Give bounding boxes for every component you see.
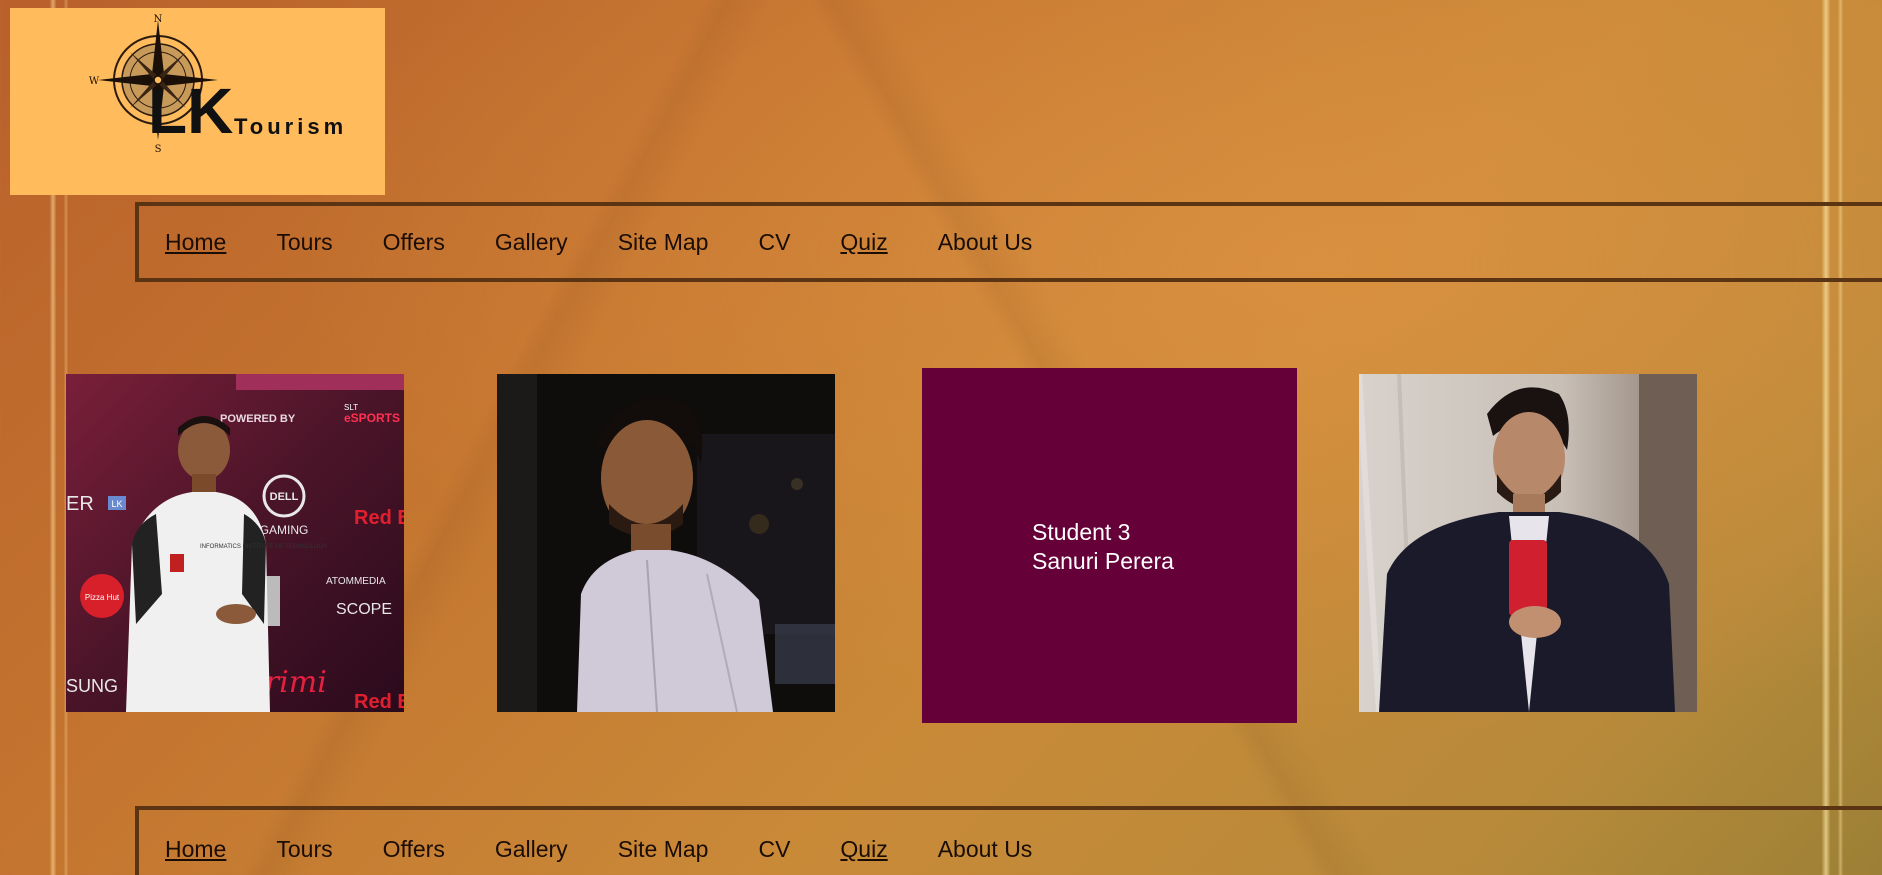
site-logo[interactable]: N S W LK Tourism [10,8,385,195]
svg-text:ATOMMEDIA: ATOMMEDIA [326,576,386,587]
student-photo-1: POWERED BY SLT eSPORTS DELL GAMING Red B… [66,374,404,712]
nav-link-gallery[interactable]: Gallery [495,836,568,863]
nav-link-tours[interactable]: Tours [276,836,332,863]
svg-text:SCOPE: SCOPE [336,601,392,618]
svg-text:ER: ER [66,493,94,515]
svg-text:POWERED BY: POWERED BY [220,413,296,425]
svg-text:W: W [89,76,100,87]
svg-text:N: N [154,14,163,25]
main-nav: Home Tours Offers Gallery Site Map CV Qu… [135,202,1882,282]
svg-text:Red B: Red B [354,507,404,529]
logo-brand-letters: LK [148,75,233,147]
nav-link-site-map[interactable]: Site Map [618,836,709,863]
svg-text:eSPORTS: eSPORTS [344,411,400,425]
nav-link-quiz[interactable]: Quiz [840,229,887,256]
nav-link-offers[interactable]: Offers [383,229,445,256]
svg-text:Red B: Red B [354,691,404,712]
student-photo-4 [1359,374,1697,712]
compass-logo-icon: N S W LK Tourism [89,14,347,155]
student-card-title: Student 3 [1032,519,1131,545]
student-card: Student 3 Sanuri Perera [922,368,1297,723]
student-photo-2 [497,374,835,712]
nav-link-cv[interactable]: CV [758,836,790,863]
nav-link-offers[interactable]: Offers [383,836,445,863]
nav-link-gallery[interactable]: Gallery [495,229,568,256]
svg-text:DELL: DELL [270,491,299,503]
svg-text:INFORMATICS INSTITUTE OF TECHN: INFORMATICS INSTITUTE OF TECHNOLOGY [200,544,327,550]
decorative-stripe [1822,0,1830,875]
nav-link-about-us[interactable]: About Us [938,836,1033,863]
student-card-name: Sanuri Perera [1032,548,1174,574]
nav-link-about-us[interactable]: About Us [938,229,1033,256]
logo-brand-word: Tourism [234,114,347,139]
nav-link-tours[interactable]: Tours [276,229,332,256]
nav-link-home[interactable]: Home [165,229,226,256]
nav-link-home[interactable]: Home [165,836,226,863]
svg-text:Pizza Hut: Pizza Hut [85,593,120,602]
nav-link-cv[interactable]: CV [758,229,790,256]
nav-link-quiz[interactable]: Quiz [840,836,887,863]
decorative-stripe [1838,0,1843,875]
svg-text:SUNG: SUNG [66,676,118,696]
footer-nav: Home Tours Offers Gallery Site Map CV Qu… [135,806,1882,875]
svg-text:LK: LK [111,499,122,509]
nav-link-site-map[interactable]: Site Map [618,229,709,256]
svg-text:GAMING: GAMING [260,523,309,537]
